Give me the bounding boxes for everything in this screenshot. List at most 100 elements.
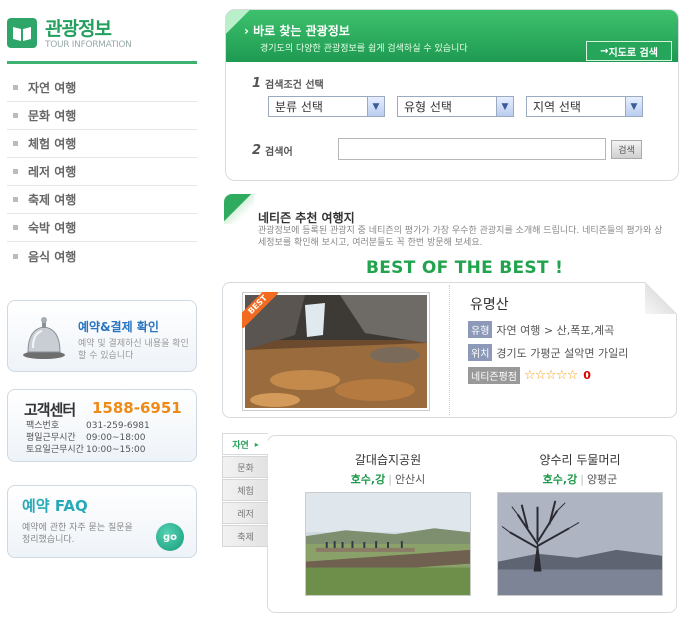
spot-item[interactable]: 양수리 두물머리 호수,강 | 양평군 xyxy=(497,451,663,487)
side-menu-label: 축제 여행 xyxy=(28,193,77,207)
info-value: 09:00~18:00 xyxy=(86,433,146,443)
faq-go-button[interactable]: go xyxy=(156,523,184,551)
bullet-icon xyxy=(13,169,18,174)
separator: | xyxy=(580,473,584,486)
side-menu-label: 숙박 여행 xyxy=(28,221,77,235)
spot-photo-wetland[interactable] xyxy=(305,492,471,596)
spot-type: 호수,강 xyxy=(542,473,578,486)
bullet-icon xyxy=(13,225,18,230)
search-header: › 바로 찾는 관광정보 경기도의 다양한 관광정보를 쉽게 검색하실 수 있습… xyxy=(226,10,678,62)
select-value: 유형 선택 xyxy=(404,100,452,114)
side-menu-item-nature[interactable]: 자연 여행 xyxy=(7,74,197,102)
fax-line: 팩스번호 031-259-6981 xyxy=(26,420,150,432)
best-spot-name[interactable]: 유명산 xyxy=(470,294,509,314)
keyword-input[interactable] xyxy=(338,138,606,160)
spot-item[interactable]: 갈대습지공원 호수,강 | 안산시 xyxy=(305,451,471,487)
separator: | xyxy=(388,473,392,486)
star-rating-icon: ☆☆☆☆☆ xyxy=(524,368,578,383)
type-select[interactable]: 유형 선택 ▼ xyxy=(397,96,514,117)
side-menu-item-leisure[interactable]: 레저 여행 xyxy=(7,158,197,186)
type-tag: 유형 xyxy=(468,321,493,338)
spot-type: 호수,강 xyxy=(350,473,386,486)
side-menu-item-culture[interactable]: 문화 여행 xyxy=(7,102,197,130)
side-menu: 자연 여행 문화 여행 체험 여행 레저 여행 축제 여행 숙박 여행 음식 여… xyxy=(7,74,197,270)
info-key: 토요일근무시간 xyxy=(26,445,84,455)
side-menu-label: 문화 여행 xyxy=(28,109,77,123)
info-value: 10:00~15:00 xyxy=(86,445,146,455)
spot-region: 안산시 xyxy=(394,473,426,486)
customer-center-box: 고객센터 1588-6951 팩스번호 031-259-6981 평일근무시간 … xyxy=(7,389,197,462)
reservation-desc: 예약 및 결제하신 내용을 확인할 수 있습니다 xyxy=(78,339,189,361)
side-menu-label: 자연 여행 xyxy=(28,81,77,95)
spot-name: 양수리 두물머리 xyxy=(539,453,621,467)
category-select[interactable]: 분류 선택 ▼ xyxy=(268,96,385,117)
tab-festival[interactable]: 축제 xyxy=(222,525,268,547)
logo-subtitle: TOUR INFORMATION xyxy=(45,40,132,50)
spot-meta: 호수,강 | 안산시 xyxy=(305,471,471,487)
best-badge: BEST xyxy=(242,292,278,328)
corner-decoration xyxy=(224,194,254,224)
search-title: › 바로 찾는 관광정보 xyxy=(244,24,350,38)
side-menu-item-lodging[interactable]: 숙박 여행 xyxy=(7,214,197,242)
location-tag: 위치 xyxy=(468,344,493,361)
side-menu-label: 레저 여행 xyxy=(28,165,77,179)
chevron-down-icon: ▼ xyxy=(367,97,384,116)
customer-center-title: 고객센터 xyxy=(24,401,76,419)
search-subtitle: 경기도의 다양한 관광정보를 쉽게 검색하실 수 있습니다 xyxy=(260,44,468,54)
bell-icon xyxy=(20,315,68,361)
faq-desc: 예약에 관한 자주 묻는 질문을 정리했습니다. xyxy=(22,523,133,545)
tab-leisure[interactable]: 레저 xyxy=(222,502,268,524)
bullet-icon xyxy=(13,253,18,259)
reservation-check-banner[interactable]: 예약&결제 확인 예약 및 결제하신 내용을 확인할 수 있습니다 xyxy=(7,300,197,372)
category-tabs: 자연 문화 체험 레저 축제 xyxy=(222,433,268,548)
divider xyxy=(449,285,450,415)
step-number: 2 xyxy=(252,143,262,158)
faq-banner[interactable]: 예약 FAQ 예약에 관한 자주 묻는 질문을 정리했습니다. go xyxy=(7,485,197,558)
side-menu-label: 음식 여행 xyxy=(28,249,77,264)
step-number: 1 xyxy=(252,76,262,91)
type-value: 자연 여행 > 산,폭포,계곡 xyxy=(496,323,615,337)
logo[interactable]: 관광정보 TOUR INFORMATION xyxy=(7,14,197,64)
tab-experience[interactable]: 체험 xyxy=(222,479,268,501)
tab-nature[interactable]: 자연 xyxy=(222,433,268,455)
map-search-button[interactable]: → 지도로 검색 xyxy=(586,41,672,61)
rating-score: 0 xyxy=(583,369,591,382)
customer-center-phone: 1588-6951 xyxy=(92,399,182,417)
best-location-row: 위치 경기도 가평군 설악면 가일리 xyxy=(468,344,628,361)
chevron-down-icon: ▼ xyxy=(496,97,513,116)
search-button[interactable]: 검색 xyxy=(611,140,642,159)
spot-meta: 호수,강 | 양평군 xyxy=(497,471,663,487)
info-key: 팩스번호 xyxy=(26,421,60,431)
tab-culture[interactable]: 문화 xyxy=(222,456,268,478)
recommend-desc: 관광정보에 등록된 관광지 중 네티즌의 평가가 가장 우수한 관광지를 소개해… xyxy=(258,226,663,248)
search-step-2: 2 검색어 xyxy=(252,143,293,158)
best-heading: BEST OF THE BEST ! xyxy=(366,258,564,278)
best-type-row: 유형 자연 여행 > 산,폭포,계곡 xyxy=(468,321,614,338)
side-menu-item-festival[interactable]: 축제 여행 xyxy=(7,186,197,214)
step-label: 검색어 xyxy=(265,147,293,158)
reservation-title: 예약&결제 확인 xyxy=(78,320,159,334)
select-value: 지역 선택 xyxy=(533,100,581,114)
select-value: 분류 선택 xyxy=(275,100,323,114)
region-select[interactable]: 지역 선택 ▼ xyxy=(526,96,643,117)
step-label: 검색조건 선택 xyxy=(265,80,324,91)
info-value: 031-259-6981 xyxy=(86,421,150,431)
faq-title: 예약 FAQ xyxy=(22,497,88,515)
bullet-icon xyxy=(13,85,18,90)
bullet-icon xyxy=(13,197,18,202)
bullet-icon xyxy=(13,141,18,146)
side-menu-item-food[interactable]: 음식 여행 xyxy=(7,242,197,270)
weekday-hours-line: 평일근무시간 09:00~18:00 xyxy=(26,432,150,444)
rating-tag: 네티즌평점 xyxy=(468,367,520,384)
book-icon xyxy=(7,18,37,48)
bullet-icon xyxy=(13,113,18,118)
page-fold-decoration xyxy=(645,282,677,314)
saturday-hours-line: 토요일근무시간 10:00~15:00 xyxy=(26,444,150,456)
customer-center-info: 팩스번호 031-259-6981 평일근무시간 09:00~18:00 토요일… xyxy=(26,420,150,456)
info-key: 평일근무시간 xyxy=(26,433,76,443)
spot-photo-dumulmeori[interactable] xyxy=(497,492,663,596)
side-menu-item-experience[interactable]: 체험 여행 xyxy=(7,130,197,158)
chevron-down-icon: ▼ xyxy=(625,97,642,116)
spot-name: 갈대습지공원 xyxy=(354,453,422,467)
best-rating-row: 네티즌평점 ☆☆☆☆☆ 0 xyxy=(468,367,591,384)
